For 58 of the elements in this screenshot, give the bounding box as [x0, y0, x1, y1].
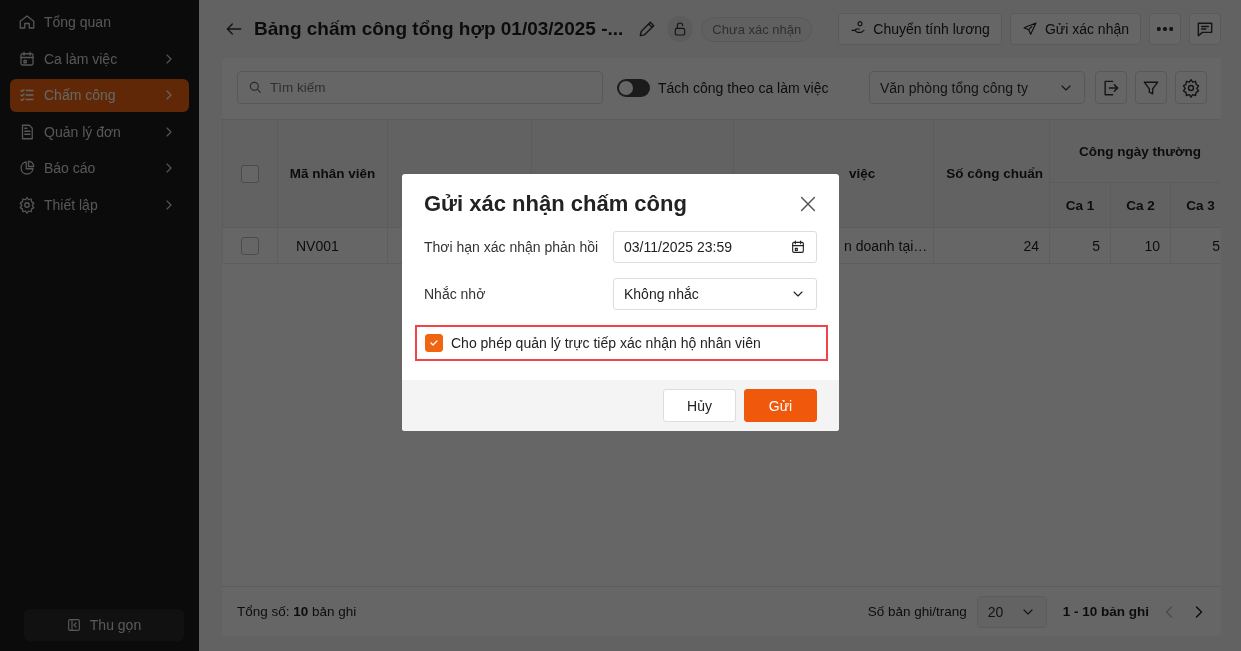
collapse-button[interactable]: Thu gọn	[23, 609, 184, 641]
allow-manager-checkbox[interactable]	[425, 334, 443, 352]
transfer-payroll-button[interactable]: Chuyển tính lương	[838, 13, 1002, 45]
table-cell: n doanh tại…	[844, 237, 928, 254]
dialog-title: Gửi xác nhận chấm công	[424, 191, 687, 217]
nav-item[interactable]: Thiết lập	[10, 188, 189, 221]
filter-button[interactable]	[1135, 71, 1167, 104]
settings-icon	[1181, 77, 1201, 98]
column-header: Ca 2	[1126, 197, 1155, 213]
send-button[interactable]: Gửi	[744, 389, 817, 422]
date-field[interactable]: 03/11/2025 23:59	[613, 231, 817, 263]
paper-plane-icon	[1021, 21, 1038, 37]
export-button[interactable]	[1095, 71, 1127, 104]
pie-chart-icon	[18, 159, 36, 178]
house-icon	[18, 13, 36, 32]
column-group-header: Công ngày thường	[1078, 143, 1202, 159]
more-icon	[1157, 27, 1173, 31]
nav-item[interactable]: Ca làm việc	[10, 42, 189, 75]
nav-item[interactable]: Báo cáo	[10, 152, 189, 185]
toggle-label: Tách công theo ca làm việc	[658, 79, 829, 96]
lock-button[interactable]	[667, 16, 694, 42]
field-label: Thơi hạn xác nhận phản hồi	[424, 239, 599, 255]
cancel-button[interactable]: Hủy	[663, 389, 736, 422]
column-header: việc	[849, 166, 876, 181]
settings-button[interactable]	[1175, 71, 1207, 104]
column-header: Ca 1	[1065, 197, 1095, 213]
calendar-icon	[790, 239, 806, 255]
page-title: Bảng chấm công tổng hợp 01/03/2025 -...	[254, 18, 624, 40]
unit-select[interactable]: Văn phòng tổng công ty	[869, 71, 1085, 104]
table-cell: NV001	[296, 237, 339, 254]
table-cell: 5	[1092, 237, 1100, 254]
checkbox-label: Cho phép quản lý trực tiếp xác nhận hộ nhân viên	[451, 335, 761, 351]
toggle-switch[interactable]	[617, 78, 650, 97]
page-range: 1 - 10 bản ghi	[1062, 604, 1149, 619]
page-size-select[interactable]: 20	[976, 595, 1047, 628]
chat-icon	[1195, 19, 1215, 39]
column-header: Số công chuẩn	[946, 166, 1043, 181]
table-cell: 10	[1144, 237, 1160, 254]
more-button[interactable]	[1149, 13, 1181, 45]
table-cell: 24	[1023, 237, 1039, 254]
select-all-checkbox[interactable]	[241, 164, 259, 183]
column-header: Ca 3	[1186, 197, 1215, 213]
reminder-select[interactable]: Không nhắc	[613, 278, 817, 310]
nav-item[interactable]: Chấm công	[10, 79, 189, 112]
calendar-icon	[18, 49, 36, 68]
search-icon	[247, 79, 263, 95]
nav-item[interactable]: Tổng quan	[10, 6, 189, 39]
settings-icon	[18, 195, 36, 214]
field-label: Nhắc nhở	[424, 286, 486, 302]
send-confirmation-button[interactable]: Gửi xác nhận	[1009, 13, 1141, 45]
panel-icon	[65, 617, 82, 633]
column-header: Mã nhân viên	[289, 166, 376, 181]
total-records: Tổng số: 10 bản ghi	[237, 604, 357, 619]
chat-button[interactable]	[1189, 13, 1221, 45]
row-checkbox[interactable]	[241, 236, 259, 255]
page-size-label: Số bản ghi/trang	[867, 604, 967, 619]
nav-item[interactable]: Quản lý đơn	[10, 115, 189, 148]
table-cell: 5	[1212, 237, 1220, 254]
